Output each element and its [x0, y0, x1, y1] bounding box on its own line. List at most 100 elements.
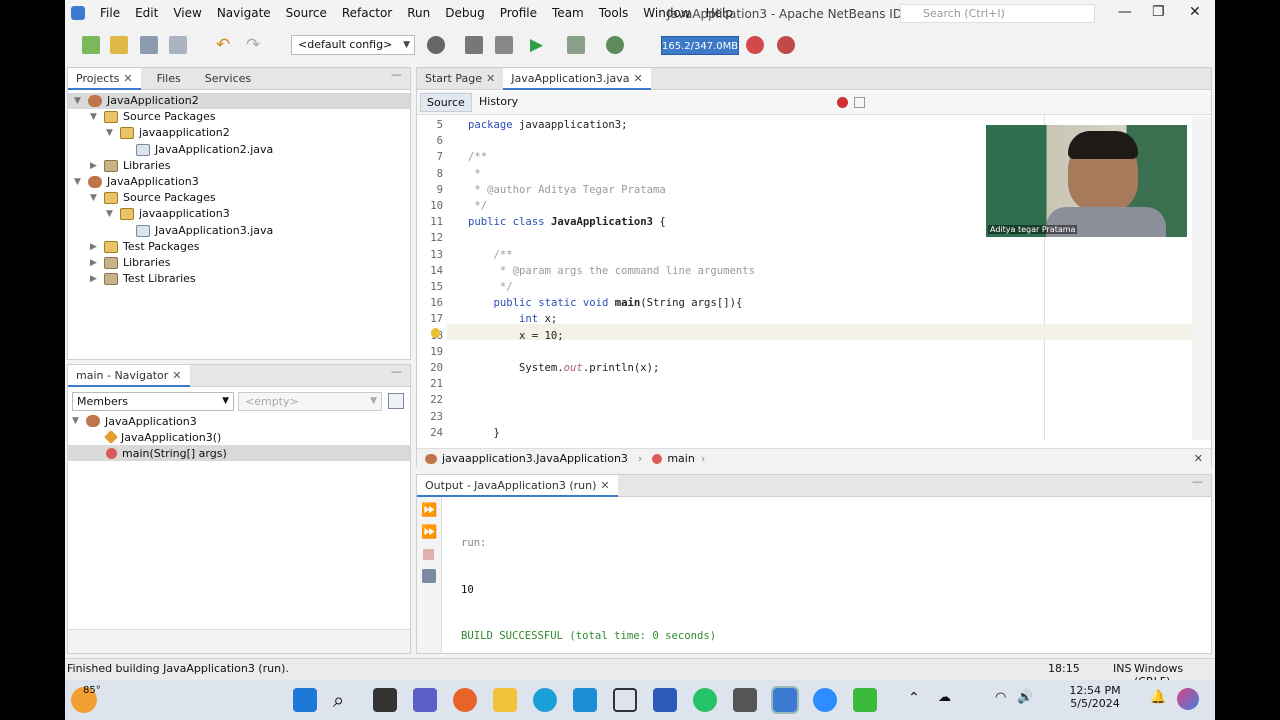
close-icon[interactable]: ✕	[123, 72, 132, 85]
save-all-icon[interactable]	[169, 36, 187, 54]
file-explorer-icon[interactable]	[493, 688, 517, 712]
menu-debug[interactable]: Debug	[445, 6, 484, 20]
expand-icon[interactable]: ▶	[90, 158, 100, 174]
expand-icon[interactable]: ▶	[90, 239, 100, 255]
netbeans-taskbar-icon[interactable]	[771, 686, 799, 714]
tab-services[interactable]: Services	[197, 68, 259, 90]
tree-item[interactable]: ▼ javaapplication2	[106, 125, 230, 141]
globe-icon[interactable]	[427, 36, 445, 54]
menu-view[interactable]: View	[173, 6, 201, 20]
expand-icon[interactable]: ▶	[90, 271, 100, 287]
record-macro-icon[interactable]	[837, 97, 848, 108]
expand-icon[interactable]: ▼	[90, 190, 100, 206]
nav-class[interactable]: ▼ JavaApplication3	[72, 413, 197, 429]
tree-item[interactable]: ▼ JavaApplication2	[68, 93, 410, 109]
minimize-panel-icon[interactable]: —	[391, 365, 402, 378]
maximize-button[interactable]: ❐	[1152, 4, 1165, 20]
editor-scrollbar[interactable]	[1192, 116, 1211, 440]
nav-constructor[interactable]: JavaApplication3()	[103, 429, 221, 445]
volume-icon[interactable]: 🔊	[1017, 690, 1033, 705]
menu-edit[interactable]: Edit	[135, 6, 158, 20]
snipping-icon[interactable]	[733, 688, 757, 712]
close-icon[interactable]: ✕	[486, 72, 495, 85]
close-icon[interactable]: ✕	[172, 369, 181, 382]
chevron-up-icon[interactable]: ⌃	[908, 690, 920, 706]
filter-select[interactable]: <empty> ▼	[238, 392, 382, 411]
teams-icon[interactable]	[413, 688, 437, 712]
tree-item[interactable]: ▶ Libraries	[90, 158, 171, 174]
output-text[interactable]: run: 10 BUILD SUCCESSFUL (total time: 0 …	[461, 505, 716, 680]
redo-icon[interactable]: ↷	[246, 36, 264, 54]
tree-item[interactable]: ▼ Source Packages	[90, 190, 216, 206]
onedrive-icon[interactable]: ☁	[938, 690, 951, 705]
start-icon[interactable]	[293, 688, 317, 712]
tab-navigator[interactable]: main - Navigator ✕	[68, 364, 190, 387]
whatsapp-icon[interactable]	[693, 688, 717, 712]
output-settings-icon[interactable]	[422, 569, 436, 583]
tree-item[interactable]: ▼ javaapplication3	[106, 206, 230, 222]
menu-source[interactable]: Source	[286, 6, 327, 20]
tab-projects[interactable]: Projects ✕	[68, 67, 141, 90]
run-project-icon[interactable]: ▶	[530, 36, 548, 54]
build-hammer-icon[interactable]	[465, 36, 483, 54]
close-icon[interactable]: ✕	[633, 72, 642, 85]
new-project-icon[interactable]	[110, 36, 128, 54]
tree-item[interactable]: JavaApplication2.java	[122, 142, 273, 158]
notification-icon[interactable]: 🔔	[1150, 690, 1166, 705]
expand-icon[interactable]: ▼	[74, 93, 84, 109]
history-tab[interactable]: History	[473, 93, 524, 112]
menu-profile[interactable]: Profile	[500, 6, 537, 20]
undo-icon[interactable]: ↶	[216, 36, 234, 54]
minimize-panel-icon[interactable]: —	[1192, 475, 1203, 488]
tab-javaapplication3[interactable]: JavaApplication3.java ✕	[503, 67, 651, 90]
edge-icon[interactable]	[533, 688, 557, 712]
open-project-icon[interactable]	[140, 36, 158, 54]
close-window-button[interactable]: ✕	[1189, 4, 1201, 20]
tree-item[interactable]: JavaApplication3.java	[122, 223, 273, 239]
insert-mode[interactable]: INS	[1113, 662, 1131, 675]
breadcrumb-class[interactable]: javaapplication3.JavaApplication3	[442, 452, 628, 465]
breadcrumb-method[interactable]: main	[667, 452, 694, 465]
gc-icon[interactable]	[746, 36, 764, 54]
tree-item[interactable]: ▼ Source Packages	[90, 109, 216, 125]
tree-item[interactable]: ▶ Libraries	[90, 255, 171, 271]
wifi-icon[interactable]: ◠	[995, 690, 1006, 705]
tree-item[interactable]: ▶ Test Libraries	[90, 271, 196, 287]
source-tab[interactable]: Source	[420, 93, 472, 112]
zoom-icon[interactable]	[813, 688, 837, 712]
menu-run[interactable]: Run	[407, 6, 430, 20]
rerun-icon[interactable]: ⏩	[421, 503, 437, 518]
caret-position[interactable]: 18:15	[1048, 662, 1080, 675]
tab-files[interactable]: Files	[149, 68, 189, 90]
stop-icon[interactable]	[423, 549, 434, 560]
profiler-icon[interactable]	[777, 36, 795, 54]
close-icon[interactable]: ✕	[600, 479, 609, 492]
config-select[interactable]: <default config> ▼	[291, 35, 415, 55]
profile-project-icon[interactable]	[606, 36, 624, 54]
tree-item[interactable]: ▶ Test Packages	[90, 239, 199, 255]
search-icon[interactable]: ⌕	[333, 688, 357, 712]
menu-team[interactable]: Team	[552, 6, 584, 20]
expand-icon[interactable]: ▶	[90, 255, 100, 271]
clean-build-icon[interactable]	[495, 36, 513, 54]
copilot-icon[interactable]	[1177, 688, 1199, 710]
minimize-panel-icon[interactable]: —	[391, 68, 402, 81]
menu-tools[interactable]: Tools	[599, 6, 629, 20]
expand-icon[interactable]: ▼	[106, 206, 116, 222]
nav-main-method[interactable]: main(String[] args)	[68, 445, 410, 461]
store-icon[interactable]	[573, 688, 597, 712]
camera-icon[interactable]	[613, 688, 637, 712]
minimize-button[interactable]: —	[1118, 4, 1132, 20]
word-icon[interactable]	[653, 688, 677, 712]
line-endings[interactable]: Windows (CRLF)	[1134, 662, 1215, 680]
hint-bulb-icon[interactable]	[431, 328, 440, 338]
tab-start-page[interactable]: Start Page ✕	[417, 68, 503, 90]
menu-navigate[interactable]: Navigate	[217, 6, 271, 20]
expand-icon[interactable]: ▼	[74, 174, 84, 190]
task-view-icon[interactable]	[373, 688, 397, 712]
stop-macro-icon[interactable]	[854, 97, 865, 108]
members-select[interactable]: Members ▼	[72, 392, 234, 411]
clock[interactable]: 12:54 PM 5/5/2024	[1065, 684, 1125, 710]
phone-link-icon[interactable]	[853, 688, 877, 712]
debug-project-icon[interactable]	[567, 36, 585, 54]
